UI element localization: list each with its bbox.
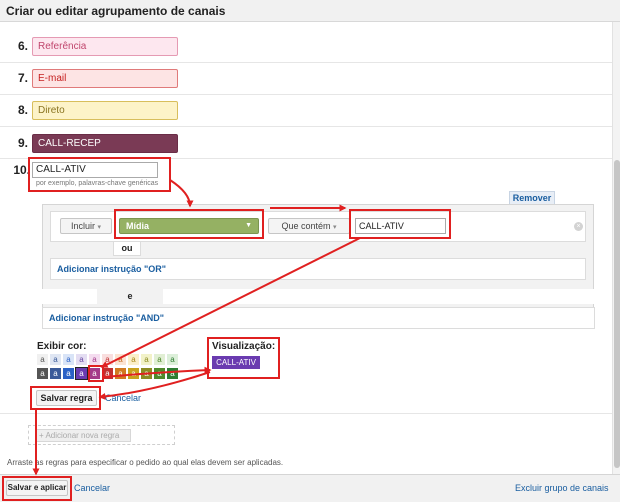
remove-button[interactable]: Remover [509,191,555,205]
vertical-scrollbar[interactable] [612,22,620,474]
and-spacer-left [42,289,97,304]
cancel-rule-link[interactable]: Cancelar [105,393,141,403]
delete-channel-group-link[interactable]: Excluir grupo de canais [515,483,609,493]
color-swatch-dark-1[interactable]: a [37,368,48,379]
add-or-statement-link[interactable]: Adicionar instrução "OR" [50,258,586,280]
color-swatch-dark-5[interactable]: a [89,368,100,379]
add-and-statement-link[interactable]: Adicionar instrução "AND" [42,307,595,329]
include-label: Incluir [70,221,95,231]
channel-chip-referencia[interactable]: Referência [32,37,178,56]
color-swatch-light-8[interactable]: a [128,354,139,365]
color-swatch-light-9[interactable]: a [141,354,152,365]
and-spacer-right [163,289,595,304]
channel-number: 7. [17,71,28,85]
preview-label: Visualização: [212,341,276,352]
close-circle-icon[interactable]: × [574,222,583,231]
row-divider [0,94,612,95]
channel-chip-call-recep[interactable]: CALL-RECEP [32,134,178,153]
color-swatch-dark-2[interactable]: a [50,368,61,379]
dimension-select[interactable]: Mídia ▼ [119,218,259,234]
color-swatch-light-4[interactable]: a [76,354,87,365]
row-divider [0,413,612,414]
scrollbar-thumb[interactable] [614,160,620,468]
chevron-down-icon: ▾ [97,224,102,231]
add-new-rule-button[interactable]: + Adicionar nova regra [35,429,131,442]
row-divider [0,62,612,63]
color-swatch-light-2[interactable]: a [50,354,61,365]
color-swatch-light-7[interactable]: a [115,354,126,365]
channel-name-input[interactable]: CALL-ATIV [32,162,158,178]
color-swatch-dark-7[interactable]: a [115,368,126,379]
color-swatch-dark-6[interactable]: a [102,368,113,379]
cancel-link[interactable]: Cancelar [74,483,110,493]
color-picker-label: Exibir cor: [37,341,87,352]
drag-instructions: Arraste as regras para especificar o ped… [7,458,284,467]
row-divider [0,158,612,159]
include-select[interactable]: Incluir ▾ [60,218,112,234]
color-swatch-dark-3[interactable]: a [63,368,74,379]
color-swatch-dark-4[interactable]: a [75,367,88,380]
color-swatch-light-11[interactable]: a [167,354,178,365]
channel-preview-chip: CALL-ATIV [212,356,260,369]
or-tab: ou [113,242,141,256]
add-new-rule-label: Adicionar nova regra [45,431,120,440]
add-rule-area: + Adicionar nova regra [28,425,175,445]
channel-number: 10. [13,163,30,177]
and-label: e [127,291,133,301]
dialog-title: Criar ou editar agrupamento de canais [0,0,620,22]
channel-chip-email[interactable]: E-mail [32,69,178,88]
color-swatch-light-6[interactable]: a [102,354,113,365]
channel-chip-direto[interactable]: Direto [32,101,178,120]
color-swatch-light-10[interactable]: a [154,354,165,365]
save-rule-button[interactable]: Salvar regra [36,390,97,406]
color-swatch-dark-11[interactable]: a [167,368,178,379]
color-swatch-light-3[interactable]: a [63,354,74,365]
channel-name-hint: por exemplo, palavras-chave genéricas [36,180,159,187]
color-swatch-dark-10[interactable]: a [154,368,165,379]
row-divider [0,126,612,127]
save-and-apply-button[interactable]: Salvar e aplicar [6,480,68,496]
channel-number: 6. [17,39,28,53]
chevron-down-icon: ▾ [333,224,337,231]
dimension-label: Mídia [126,221,150,231]
color-swatch-dark-8[interactable]: a [128,368,139,379]
match-type-select[interactable]: Que contém ▾ [268,218,350,234]
condition-value-input[interactable]: CALL-ATIV [355,218,446,234]
channel-number: 9. [17,136,28,150]
channel-number: 8. [17,103,28,117]
chevron-down-icon: ▼ [245,222,252,229]
color-swatch-light-5[interactable]: a [89,354,100,365]
color-swatch-light-1[interactable]: a [37,354,48,365]
match-type-label: Que contém [281,221,331,231]
color-swatch-dark-9[interactable]: a [141,368,152,379]
